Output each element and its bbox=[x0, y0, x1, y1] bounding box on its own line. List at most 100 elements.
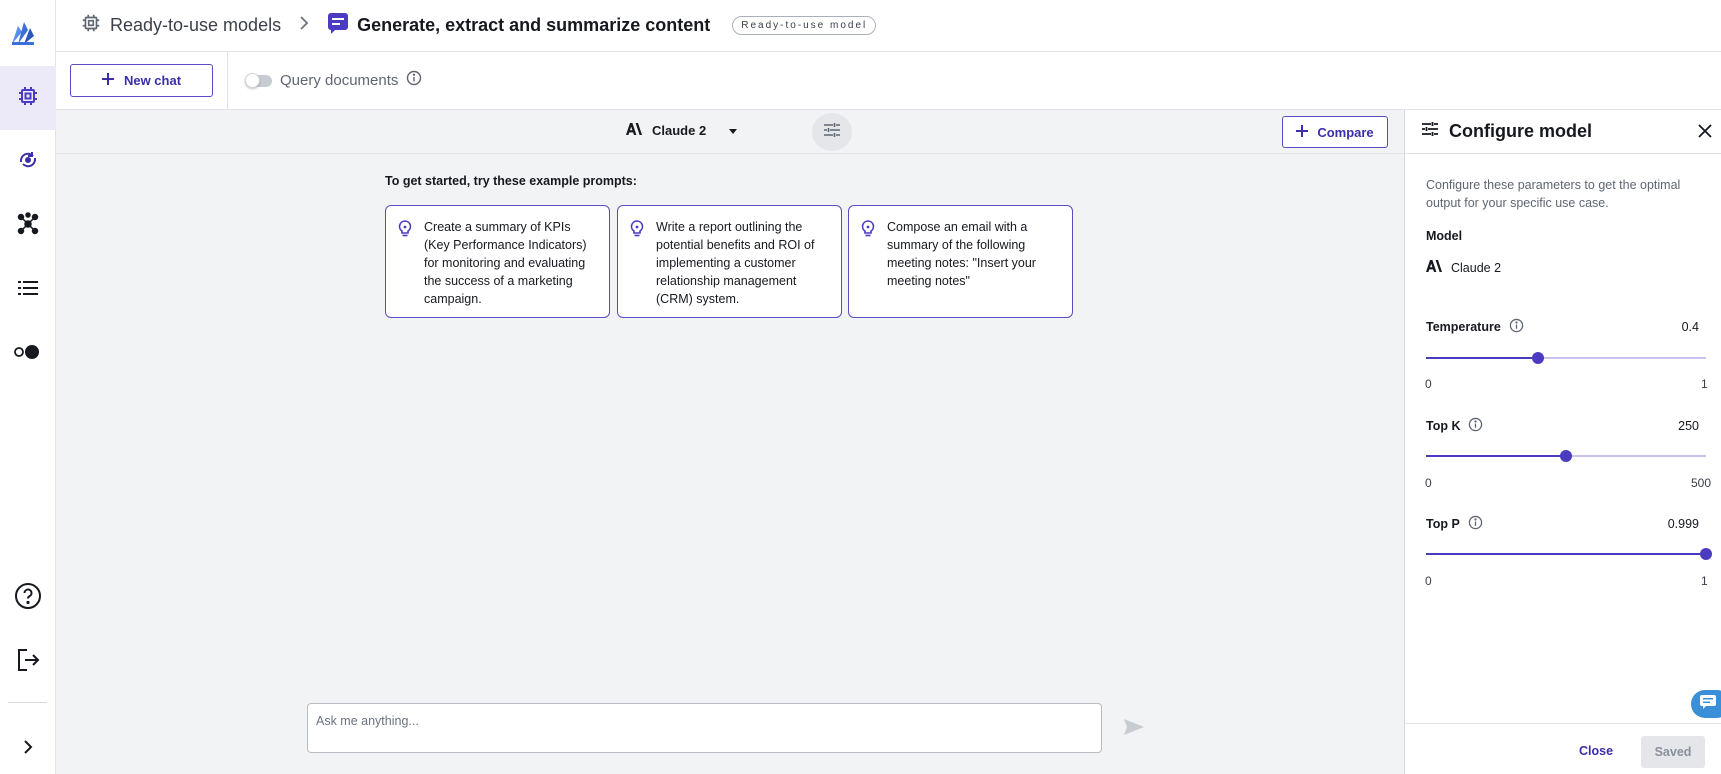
chat-input[interactable]: Ask me anything... bbox=[307, 703, 1102, 753]
top-header: Ready-to-use models Generate, extract an… bbox=[56, 0, 1721, 52]
top-p-min: 0 bbox=[1425, 574, 1432, 588]
rail-help-button[interactable] bbox=[0, 566, 56, 630]
lightbulb-icon bbox=[630, 220, 644, 243]
model-label: Model bbox=[1426, 229, 1462, 243]
example-prompt-text: Compose an email with a summary of the f… bbox=[887, 220, 1036, 288]
chat-toolbar: New chat Query documents bbox=[56, 52, 1721, 110]
sliders-icon bbox=[1421, 120, 1439, 143]
lightbulb-icon bbox=[398, 220, 412, 243]
plus-icon bbox=[1296, 124, 1309, 140]
query-documents-label: Query documents bbox=[280, 72, 399, 89]
example-prompt-card[interactable]: Create a summary of KPIs (Key Performanc… bbox=[385, 205, 610, 318]
top-p-slider[interactable] bbox=[1426, 547, 1712, 561]
model-bar: Claude 2 Compare bbox=[56, 110, 1404, 154]
rail-list-button[interactable] bbox=[0, 258, 56, 322]
temperature-slider[interactable] bbox=[1426, 351, 1706, 365]
temperature-label: Temperature bbox=[1426, 318, 1524, 336]
model-dropdown[interactable]: Claude 2 bbox=[626, 123, 738, 138]
temperature-value: 0.4 bbox=[1681, 320, 1699, 334]
example-prompts-title: To get started, try these example prompt… bbox=[385, 174, 637, 188]
top-k-slider[interactable] bbox=[1426, 449, 1706, 463]
temperature-label-text: Temperature bbox=[1426, 320, 1501, 334]
anthropic-logo-icon bbox=[626, 123, 642, 138]
network-icon bbox=[16, 211, 40, 241]
chat-area: Claude 2 Compare To get started, try the… bbox=[56, 110, 1404, 774]
new-chat-button[interactable]: New chat bbox=[70, 64, 213, 97]
close-icon[interactable] bbox=[1696, 122, 1714, 145]
slider-thumb[interactable] bbox=[1699, 548, 1712, 560]
panel-header: Configure model bbox=[1405, 110, 1721, 154]
breadcrumb-root-link[interactable]: Ready-to-use models bbox=[110, 15, 281, 36]
top-p-value: 0.999 bbox=[1667, 517, 1699, 531]
slider-thumb[interactable] bbox=[1532, 352, 1544, 364]
slider-thumb[interactable] bbox=[1560, 450, 1572, 462]
app-window: Ready-to-use models Generate, extract an… bbox=[0, 0, 1721, 774]
top-k-label: Top K bbox=[1426, 417, 1483, 435]
status-badge: Ready-to-use model bbox=[732, 16, 877, 35]
logout-icon bbox=[15, 647, 41, 678]
panel-title: Configure model bbox=[1449, 121, 1592, 141]
saved-button[interactable]: Saved bbox=[1641, 736, 1705, 768]
temperature-min: 0 bbox=[1425, 377, 1432, 391]
chat-help-bubble[interactable] bbox=[1691, 690, 1721, 718]
slider-fill bbox=[1426, 553, 1706, 555]
help-icon bbox=[14, 582, 42, 615]
top-k-min: 0 bbox=[1425, 476, 1432, 490]
top-k-label-text: Top K bbox=[1426, 419, 1461, 433]
breadcrumb: Ready-to-use models Generate, extract an… bbox=[80, 12, 877, 39]
rail-logout-button[interactable] bbox=[0, 630, 56, 694]
top-k-value: 250 bbox=[1678, 419, 1699, 433]
panel-model-name: Claude 2 bbox=[1426, 260, 1501, 275]
rail-network-button[interactable] bbox=[0, 194, 56, 258]
selected-model-label: Claude 2 bbox=[652, 123, 707, 138]
compare-label: Compare bbox=[1317, 124, 1374, 140]
compare-button[interactable]: Compare bbox=[1282, 116, 1388, 148]
cycle-icon bbox=[16, 148, 40, 177]
example-prompt-card[interactable]: Compose an email with a summary of the f… bbox=[848, 205, 1073, 318]
chip-icon bbox=[80, 12, 102, 39]
top-p-max: 1 bbox=[1701, 574, 1708, 588]
info-icon[interactable] bbox=[1468, 417, 1483, 435]
sliders-icon bbox=[823, 121, 841, 144]
app-logo-icon[interactable] bbox=[10, 18, 36, 46]
model-name-text: Claude 2 bbox=[1451, 260, 1502, 275]
top-p-label-text: Top P bbox=[1426, 517, 1460, 531]
plus-icon bbox=[101, 73, 114, 88]
lightbulb-icon bbox=[861, 220, 875, 243]
model-label-text: Model bbox=[1426, 229, 1463, 243]
slider-fill bbox=[1426, 357, 1538, 359]
caret-down-icon bbox=[728, 123, 738, 138]
temperature-max: 1 bbox=[1701, 377, 1708, 391]
chip-icon bbox=[16, 84, 40, 113]
configure-model-button[interactable] bbox=[812, 113, 852, 151]
query-documents-toggle[interactable] bbox=[245, 72, 272, 88]
chat-bubble-icon bbox=[327, 12, 349, 39]
panel-footer: Close Saved bbox=[1405, 723, 1721, 774]
list-icon bbox=[16, 276, 40, 305]
rail-models-button[interactable] bbox=[0, 66, 56, 130]
rail-divider bbox=[8, 702, 47, 703]
info-icon[interactable] bbox=[1509, 318, 1524, 336]
example-prompt-text: Create a summary of KPIs (Key Performanc… bbox=[424, 220, 587, 306]
top-p-label: Top P bbox=[1426, 515, 1483, 533]
rail-expand-button[interactable] bbox=[0, 717, 56, 774]
toolbar-divider bbox=[227, 52, 228, 110]
top-k-max: 500 bbox=[1691, 476, 1712, 490]
chat-bubble-icon bbox=[1699, 694, 1717, 715]
query-documents-control: Query documents bbox=[245, 70, 422, 91]
rail-theme-button[interactable] bbox=[0, 322, 56, 386]
info-icon[interactable] bbox=[1468, 515, 1483, 533]
anthropic-logo-icon bbox=[1426, 260, 1442, 275]
send-icon[interactable] bbox=[1123, 718, 1145, 741]
close-button[interactable]: Close bbox=[1579, 744, 1613, 758]
example-prompt-card[interactable]: Write a report outlining the potential b… bbox=[617, 205, 842, 318]
page-title: Generate, extract and summarize content bbox=[357, 15, 711, 35]
rail-refresh-button[interactable] bbox=[0, 130, 56, 194]
configure-model-panel: Configure model Configure these paramete… bbox=[1404, 110, 1721, 774]
panel-description: Configure these parameters to get the op… bbox=[1426, 178, 1681, 210]
left-nav-rail bbox=[0, 0, 56, 774]
info-icon[interactable] bbox=[406, 70, 422, 91]
example-prompt-text: Write a report outlining the potential b… bbox=[656, 220, 815, 306]
breadcrumb-separator-icon bbox=[299, 16, 309, 35]
toggle-knob bbox=[245, 72, 260, 88]
